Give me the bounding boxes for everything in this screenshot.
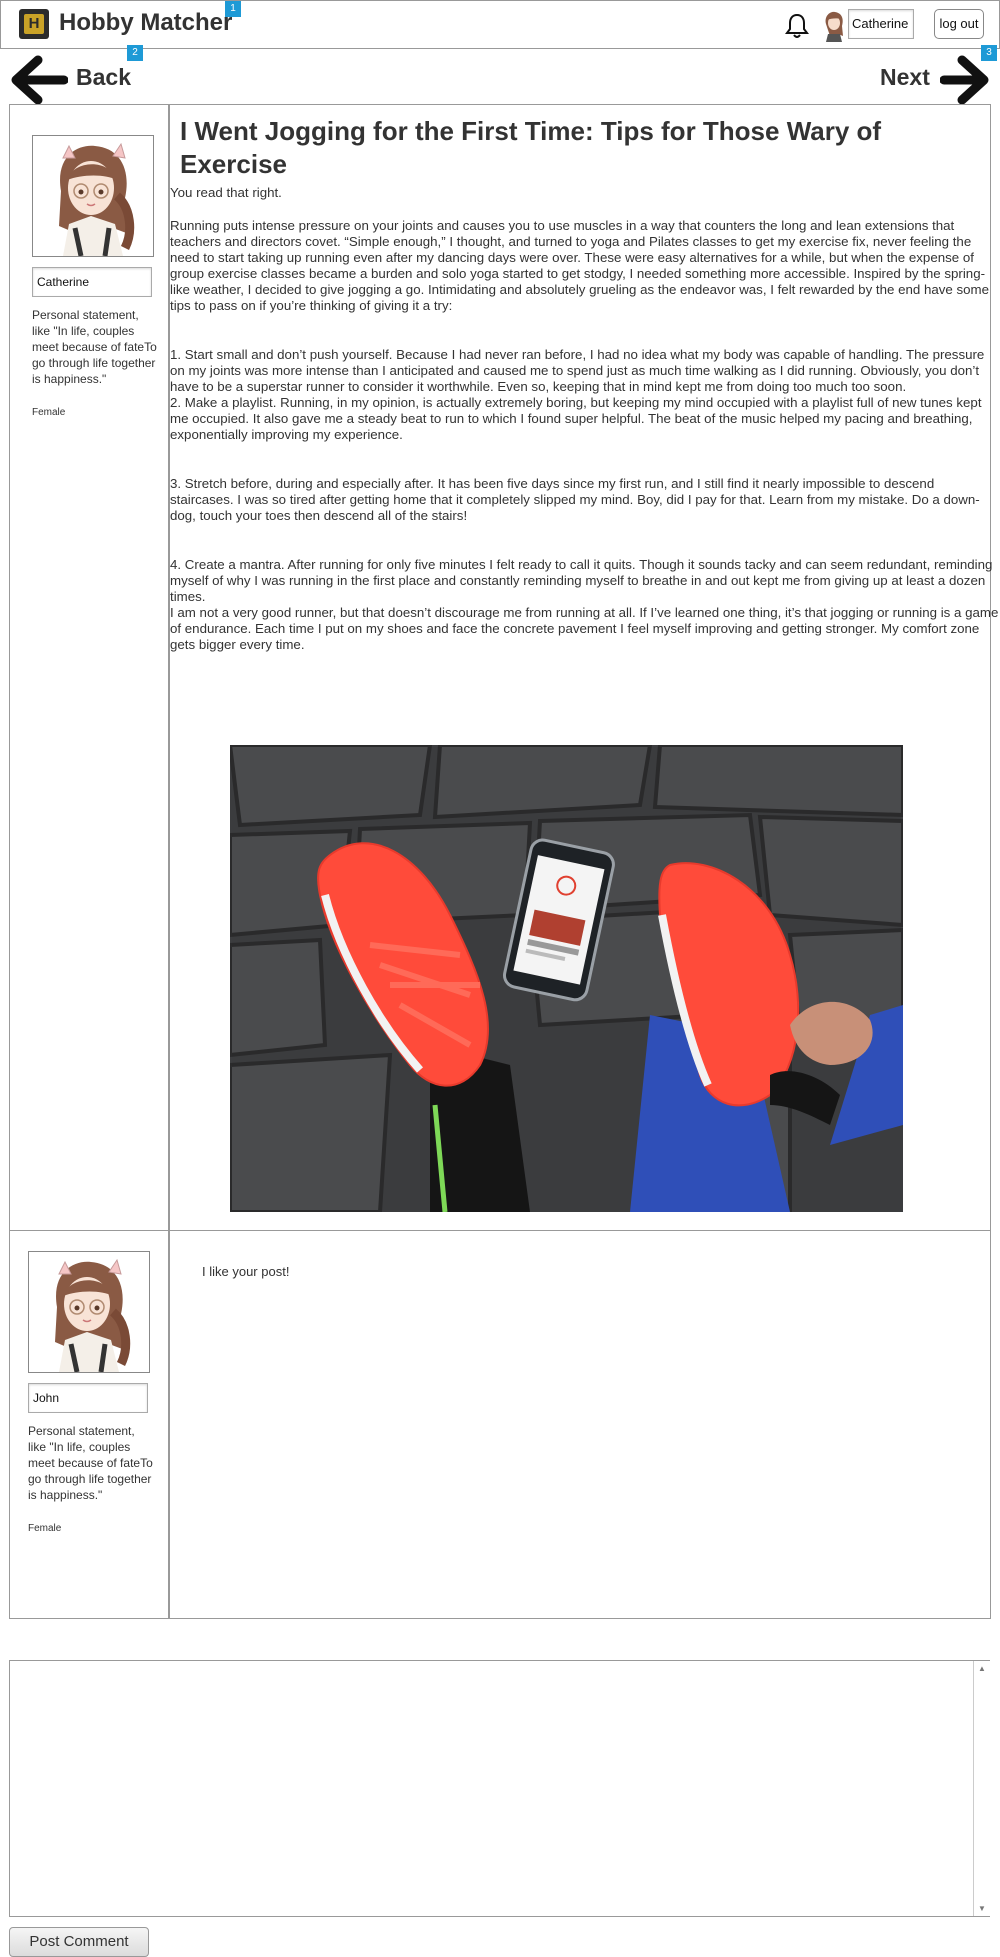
- author-gender: Female: [32, 407, 66, 418]
- next-label: Next: [880, 64, 930, 90]
- author-name[interactable]: Catherine: [32, 267, 152, 297]
- post-tip: 4. Create a mantra. After running for on…: [170, 557, 993, 604]
- running-shoes-photo: [230, 745, 903, 1212]
- step-marker-3: 3: [981, 45, 997, 61]
- bell-icon[interactable]: [785, 13, 809, 39]
- logout-button[interactable]: log out: [934, 9, 984, 39]
- arrow-right-icon: [940, 55, 989, 105]
- step-marker-1: 1: [225, 1, 241, 17]
- next-button[interactable]: Next: [878, 54, 993, 106]
- column-divider: [168, 1231, 170, 1618]
- comment-scrollbar[interactable]: ▲ ▼: [973, 1661, 990, 1916]
- commenter-statement: Personal statement, like "In life, coupl…: [28, 1424, 153, 1502]
- user-avatar[interactable]: [822, 10, 846, 42]
- commenter-name[interactable]: John: [28, 1383, 148, 1413]
- post-tip: 3. Stretch before, during and especially…: [170, 476, 980, 523]
- post-tip: 1. Start small and don’t push yourself. …: [170, 347, 985, 394]
- post-paragraph: Running puts intense pressure on your jo…: [170, 218, 990, 313]
- back-button[interactable]: Back: [8, 54, 138, 106]
- step-marker-2: 2: [127, 45, 143, 61]
- comment-container: John Personal statement, like "In life, …: [9, 1230, 991, 1619]
- arrow-left-icon: [11, 55, 68, 105]
- scroll-up-icon[interactable]: ▲: [978, 1664, 986, 1673]
- post-body: You read that right. Running puts intens…: [170, 185, 1000, 653]
- post-closing: I am not a very good runner, but that do…: [170, 605, 999, 652]
- app-logo-icon[interactable]: H: [19, 9, 49, 39]
- scroll-down-icon[interactable]: ▼: [978, 1904, 986, 1913]
- commenter-avatar-illustration: [29, 1252, 149, 1372]
- author-avatar-illustration: [33, 136, 153, 256]
- commenter-avatar[interactable]: [28, 1251, 150, 1373]
- author-avatar[interactable]: [32, 135, 154, 257]
- post-container: Catherine Personal statement, like "In l…: [9, 104, 998, 1231]
- app-title[interactable]: Hobby Matcher: [59, 9, 232, 37]
- post-title: I Went Jogging for the First Time: Tips …: [180, 116, 882, 179]
- username-field[interactable]: Catherine: [848, 9, 914, 39]
- app-header: H Hobby Matcher 1 Catherine log out: [0, 0, 1000, 49]
- comment-textarea[interactable]: [9, 1660, 990, 1917]
- post-comment-button[interactable]: Post Comment: [9, 1927, 149, 1957]
- commenter-gender: Female: [28, 1523, 62, 1534]
- back-label: Back: [76, 64, 131, 90]
- post-tip: 2. Make a playlist. Running, in my opini…: [170, 395, 982, 442]
- post-intro: You read that right.: [170, 185, 282, 200]
- post-photo: [230, 745, 903, 1212]
- comment-text: I like your post!: [202, 1264, 290, 1279]
- author-statement: Personal statement, like "In life, coupl…: [32, 308, 157, 386]
